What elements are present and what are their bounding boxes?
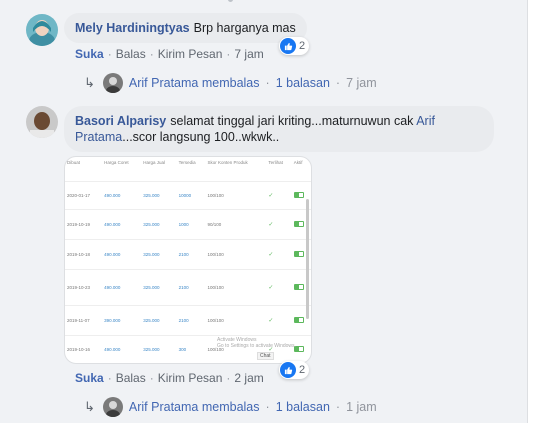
reply-time: 7 jam (346, 76, 377, 90)
comment-actions: Suka · Balas · Kirim Pesan · 2 jam (75, 371, 264, 385)
thread-connector (228, 0, 233, 2)
reply-summary[interactable]: ↳ Arif Pratama membalas · 1 balasan · 1 j… (84, 397, 377, 417)
reply-summary[interactable]: ↳ Arif Pratama membalas · 1 balasan · 7 j… (84, 73, 377, 93)
reply-arrow-icon: ↳ (84, 75, 95, 90)
avatar[interactable] (26, 106, 58, 138)
comment-time[interactable]: 7 jam (234, 47, 263, 61)
comment-time[interactable]: 2 jam (234, 371, 263, 385)
send-message-link[interactable]: Kirim Pesan (158, 371, 223, 385)
comment-actions: Suka · Balas · Kirim Pesan · 7 jam (75, 47, 264, 61)
avatar (102, 73, 123, 93)
avatar (102, 397, 123, 417)
comment-author[interactable]: Mely Hardiningtyas (75, 21, 190, 35)
reply-arrow-icon: ↳ (84, 399, 95, 414)
table-header: Terlihat (266, 157, 292, 182)
table-row: 2019-10-18 490.000 325.000 2100 100/100 ✓ (65, 239, 311, 270)
reaction-number: 2 (299, 364, 306, 376)
table-header: Dibuat (65, 157, 103, 182)
table-header: Aktif (291, 157, 311, 182)
comment-text-continued: ...scor langsung 100..wkwk.. (122, 130, 280, 144)
windows-watermark: Activate Windows Go to Settings to activ… (217, 337, 296, 349)
chat-chip: Chat (257, 352, 274, 360)
attached-image[interactable]: Dibuat Harga Coret Harga Jual Tersedia S… (64, 156, 312, 364)
avatar[interactable] (26, 14, 58, 46)
comment-text: Brp harganya mas (193, 21, 296, 35)
table-header: Harga Coret (102, 157, 142, 182)
table-row: 2019-11-07 390.000 325.000 2100 100/100 ✓ (65, 305, 311, 336)
table-header: Skor Konten Produk (205, 157, 267, 182)
scrollbar (306, 199, 309, 319)
reply-count[interactable]: 1 balasan (276, 400, 330, 414)
reply-author[interactable]: Arif Pratama membalas (129, 400, 260, 414)
send-message-link[interactable]: Kirim Pesan (158, 47, 223, 61)
reaction-count[interactable]: 2 (279, 361, 310, 379)
comment-author[interactable]: Basori Alparisy (75, 114, 166, 128)
reply-author[interactable]: Arif Pratama membalas (129, 76, 260, 90)
attached-table: Dibuat Harga Coret Harga Jual Tersedia S… (65, 157, 311, 363)
reply-link[interactable]: Balas (116, 371, 146, 385)
like-link[interactable]: Suka (75, 371, 104, 385)
table-row: 2019-10-23 490.000 325.000 2100 100/100 ✓ (65, 269, 311, 306)
table-header: Harga Jual (141, 157, 177, 182)
thumbs-up-icon (280, 38, 296, 54)
reaction-count[interactable]: 2 (279, 37, 310, 55)
right-panel-edge (527, 0, 535, 423)
table-header: Tersedia (176, 157, 206, 182)
reply-link[interactable]: Balas (116, 47, 146, 61)
thumbs-up-icon (280, 362, 296, 378)
reaction-number: 2 (299, 40, 306, 52)
like-link[interactable]: Suka (75, 47, 104, 61)
table-row: 2020-01-17 490.000 325.000 10000 100/100 ✓ (65, 181, 311, 210)
reply-count[interactable]: 1 balasan (276, 76, 330, 90)
table-row: 2019-10-19 490.000 325.000 1000 90/100 ✓ (65, 209, 311, 240)
comment-bubble: Basori Alparisy selamat tinggal jari krit… (64, 106, 494, 152)
comment-text: selamat tinggal jari kriting...maturnuwu… (170, 114, 414, 128)
comment-bubble: Mely Hardiningtyas Brp harganya mas (64, 13, 307, 43)
reply-time: 1 jam (346, 400, 377, 414)
